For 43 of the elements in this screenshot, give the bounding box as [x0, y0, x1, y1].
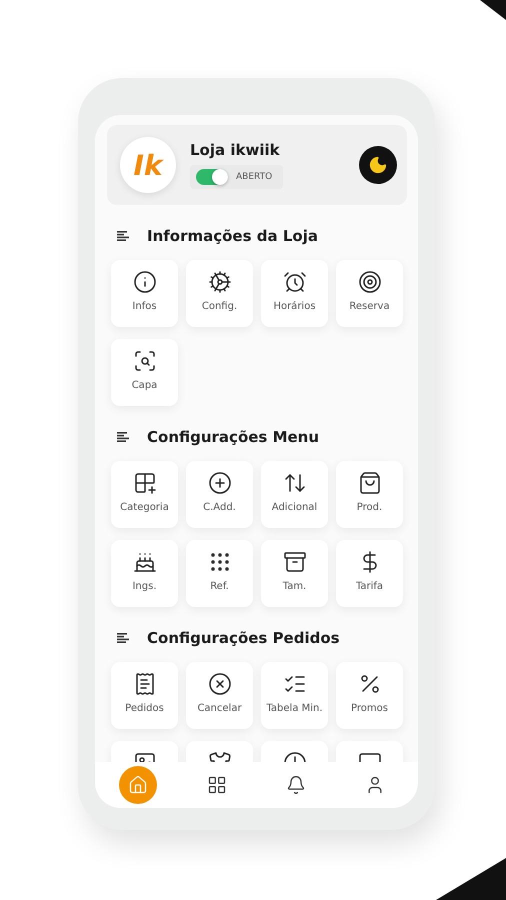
plus-circle-icon — [208, 471, 232, 495]
menu-tile[interactable]: Categoria — [111, 461, 178, 528]
menu-tile[interactable]: Tabela Min. — [261, 662, 328, 729]
list-icon — [117, 633, 129, 643]
menu-tile[interactable]: Tarifa — [336, 540, 403, 607]
menu-tile[interactable]: Ref. — [186, 540, 253, 607]
theme-button[interactable] — [359, 146, 397, 184]
archive-icon — [282, 550, 306, 574]
menu-tile[interactable]: Adicional — [261, 461, 328, 528]
list-icon — [117, 432, 129, 442]
status-toggle[interactable]: ABERTO — [190, 165, 283, 189]
grid-icon — [207, 775, 228, 795]
corner-decoration — [436, 858, 506, 900]
menu-tile[interactable]: Horários — [261, 260, 328, 327]
section-heading: Informações da Loja — [147, 227, 318, 245]
store-logo: Ik — [120, 137, 176, 193]
menu-tile[interactable]: Pedidos — [111, 662, 178, 729]
menu-tile[interactable]: C.Add. — [186, 461, 253, 528]
home-icon — [128, 775, 148, 795]
menu-tile[interactable]: Promos — [336, 662, 403, 729]
corner-decoration — [480, 0, 506, 20]
info-icon — [132, 270, 156, 294]
cancel-icon — [208, 672, 232, 696]
list-icon — [117, 231, 129, 241]
menu-tile[interactable]: Prod. — [336, 461, 403, 528]
bag-icon — [358, 471, 382, 495]
bell-icon — [286, 775, 306, 795]
alarm-clock-icon — [282, 270, 306, 294]
menu-tile[interactable]: Config. — [186, 260, 253, 327]
section-heading: Configurações Menu — [147, 428, 320, 446]
menu-tile[interactable]: Ings. — [111, 540, 178, 607]
menu-tile[interactable]: Cancelar — [186, 662, 253, 729]
grid-plus-icon — [132, 471, 156, 495]
menu-tile[interactable]: Infos — [111, 260, 178, 327]
menu-tile[interactable]: Reserva — [336, 260, 403, 327]
menu-tile[interactable]: Tam. — [261, 540, 328, 607]
gear-icon — [208, 270, 232, 294]
section-heading: Configurações Pedidos — [147, 629, 340, 647]
scan-icon — [132, 349, 156, 373]
store-name: Loja ikwiik — [190, 141, 281, 159]
moon-icon — [368, 155, 388, 175]
menu-tile[interactable]: Capa — [111, 339, 178, 406]
target-icon — [358, 270, 382, 294]
